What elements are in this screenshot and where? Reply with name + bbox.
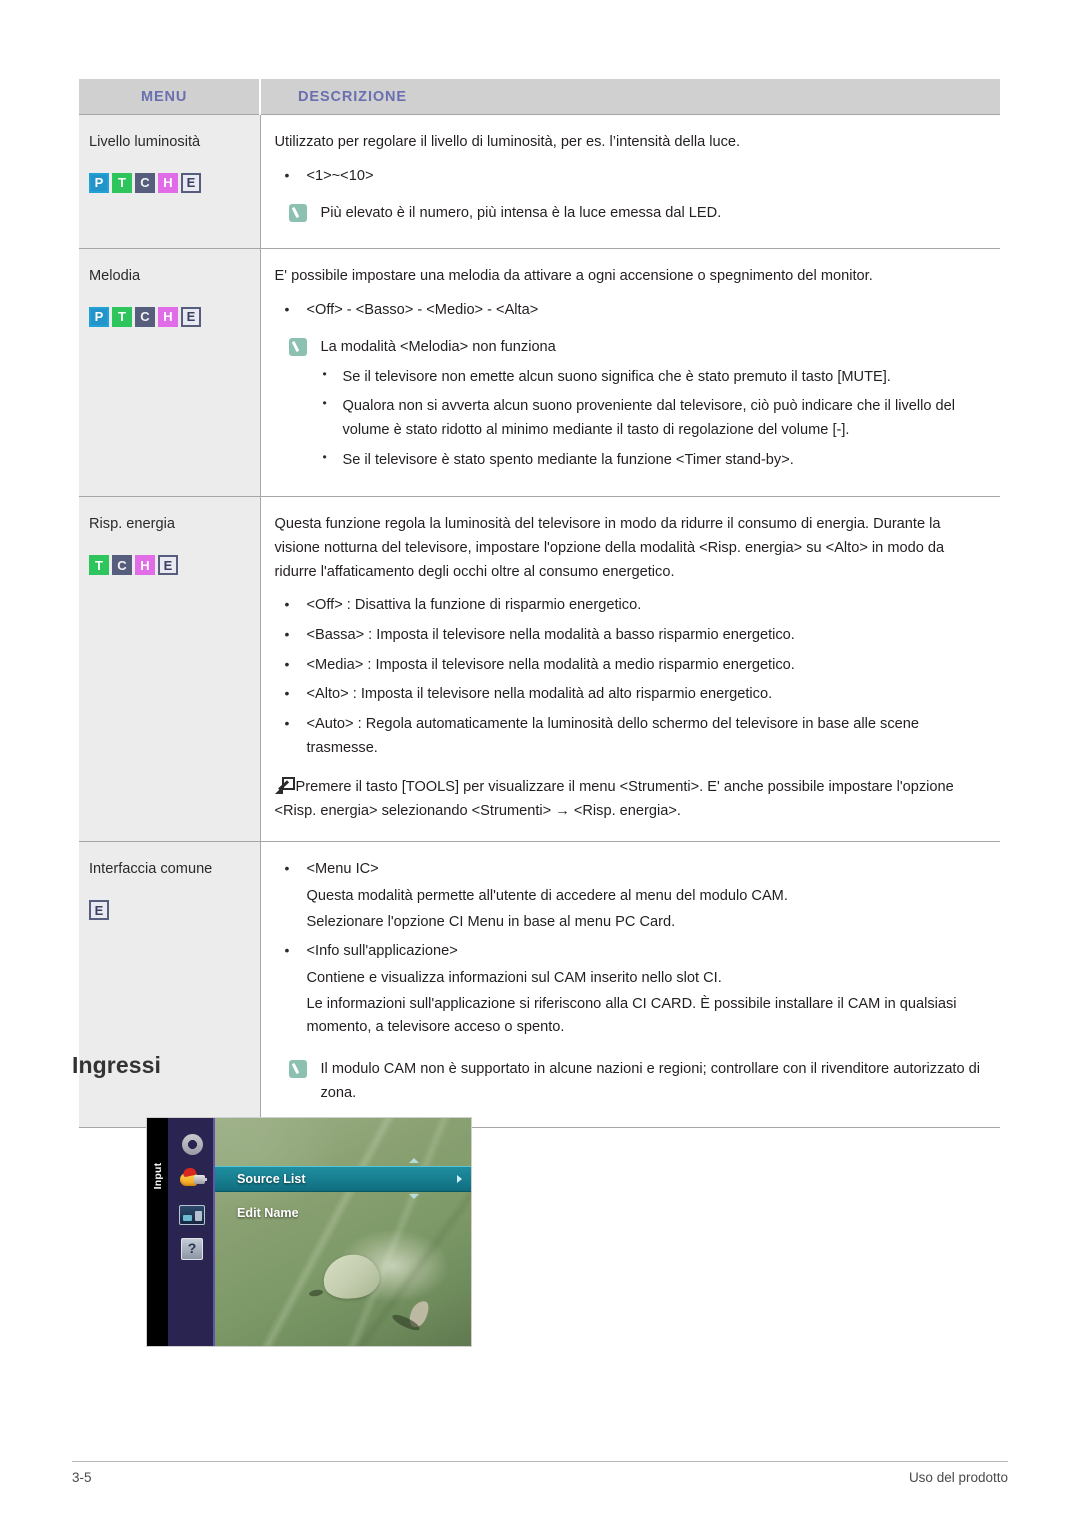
note-text: Il modulo CAM non è supportato in alcune… <box>320 1060 981 1101</box>
menu-cell-livello-luminosita: Livello luminosità P T C H E <box>79 114 261 249</box>
menu-title: Interfaccia comune <box>89 861 213 878</box>
table-row: Risp. energia T C H E Questa funzione re… <box>79 496 1000 843</box>
menu-title: Melodia <box>89 267 141 284</box>
desc-cell-livello-luminosita: Utilizzato per regolare il livello di lu… <box>260 114 1000 249</box>
osd-sidebar-label-input: Input <box>152 1162 164 1190</box>
list-item: <1>~<10> <box>275 164 985 189</box>
bullet-list: <1>~<10> <box>275 164 985 189</box>
note-block: Più elevato è il numero, più intensa è l… <box>275 202 985 226</box>
document-page: MENU DESCRIZIONE Livello luminosità P T … <box>0 0 1080 1527</box>
badge-p: P <box>89 306 109 327</box>
input-plug-icon[interactable] <box>176 1165 208 1195</box>
badge-e: E <box>181 172 201 193</box>
badge-c: C <box>135 306 155 327</box>
badge-group: P T C H E <box>89 172 250 193</box>
list-item-detail: Le informazioni sull'applicazione si rif… <box>306 995 957 1036</box>
note-text: La modalità <Melodia> non funziona <box>320 339 556 356</box>
chevron-right-icon <box>457 1175 462 1183</box>
osd-menu-item-label: Edit Name <box>237 1206 299 1220</box>
badge-t: T <box>112 172 132 193</box>
osd-menu-item-label: Source List <box>237 1172 306 1186</box>
list-item-detail: Selezionare l'opzione CI Menu in base al… <box>306 913 676 930</box>
bullet-list: <Off> - <Basso> - <Medio> - <Alta> <box>275 298 985 323</box>
desc-cell-melodia: E' possibile impostare una melodia da at… <box>260 248 1000 498</box>
note-block: Il modulo CAM non è supportato in alcune… <box>275 1058 985 1105</box>
menu-description-table: MENU DESCRIZIONE Livello luminosità P T … <box>79 79 1000 1129</box>
menu-cell-melodia: Melodia P T C H E <box>79 248 261 498</box>
list-item: Qualora non si avverta alcun suono prove… <box>311 394 985 442</box>
osd-screenshot-figure: Input ? Source List Edit Name <box>146 1117 472 1347</box>
list-item-label: <Menu IC> <box>306 861 379 878</box>
list-item: Se il televisore non emette alcun suono … <box>311 365 985 390</box>
osd-nav-rail-edge <box>213 1118 215 1346</box>
badge-p: P <box>89 172 109 193</box>
table-row: Livello luminosità P T C H E Utilizzato … <box>79 114 1000 249</box>
picture-icon[interactable] <box>176 1200 208 1230</box>
badge-c: C <box>135 172 155 193</box>
badge-h: H <box>135 555 155 576</box>
desc-cell-risp-energia: Questa funzione regola la luminosità del… <box>260 496 1000 843</box>
list-item-detail: Questa modalità permette all'utente di a… <box>306 888 788 905</box>
help-icon[interactable]: ? <box>176 1234 208 1264</box>
desc-cell-interfaccia-comune: <Menu IC> Questa modalità permette all'u… <box>260 841 1000 1129</box>
note-block: La modalità <Melodia> non funziona Se il… <box>275 336 985 472</box>
tools-tip-block: Premere il tasto [TOOLS] per visualizzar… <box>274 776 985 823</box>
list-item: <Off> : Disattiva la funzione di risparm… <box>275 593 985 618</box>
column-header-descrizione: DESCRIZIONE <box>260 79 1000 115</box>
badge-t: T <box>112 306 132 327</box>
menu-cell-interfaccia-comune: Interfaccia comune E <box>79 841 261 1129</box>
badge-c: C <box>112 555 132 576</box>
description-intro: E' possibile impostare una melodia da at… <box>274 267 873 284</box>
bullet-list: <Menu IC> Questa modalità permette all'u… <box>275 857 985 1040</box>
badge-group: P T C H E <box>89 306 250 327</box>
badge-t: T <box>89 555 109 576</box>
badge-e: E <box>158 555 178 576</box>
list-item: Se il televisore è stato spento mediante… <box>311 448 985 473</box>
column-header-menu: MENU <box>79 79 261 115</box>
osd-background-photo <box>215 1118 471 1346</box>
osd-left-black-bar <box>147 1118 168 1346</box>
table-row: Melodia P T C H E E' possibile impostare… <box>79 248 1000 498</box>
description-intro: Questa funzione regola la luminosità del… <box>274 516 945 580</box>
list-item: <Off> - <Basso> - <Medio> - <Alta> <box>275 298 985 323</box>
list-item: <Alto> : Imposta il televisore nella mod… <box>275 682 985 707</box>
osd-menu-item-edit-name[interactable]: Edit Name <box>215 1200 471 1226</box>
badge-e: E <box>181 306 201 327</box>
footer-page-number: 3-5 <box>72 1470 92 1485</box>
osd-scroll-down-caret <box>409 1194 419 1199</box>
badge-e: E <box>89 900 109 921</box>
badge-group: T C H E <box>89 555 250 576</box>
list-item: <Menu IC> Questa modalità permette all'u… <box>275 857 985 934</box>
osd-scroll-up-caret <box>409 1158 419 1163</box>
osd-menu-item-source-list[interactable]: Source List <box>215 1166 471 1192</box>
list-item: <Media> : Imposta il televisore nella mo… <box>275 653 985 678</box>
footer-section-name: Uso del prodotto <box>908 1470 1008 1485</box>
tools-tip-text: Premere il tasto [TOOLS] per visualizzar… <box>274 779 954 819</box>
bullet-list: <Off> : Disattiva la funzione di risparm… <box>275 593 985 760</box>
pencil-note-icon <box>288 338 307 357</box>
menu-cell-risp-energia: Risp. energia T C H E <box>79 496 261 843</box>
footer-divider <box>72 1461 1008 1462</box>
gear-icon[interactable] <box>176 1129 208 1159</box>
list-item-label: <Info sull'applicazione> <box>306 943 458 960</box>
pencil-note-icon <box>288 1059 307 1078</box>
badge-h: H <box>158 172 178 193</box>
list-item: <Info sull'applicazione> Contiene e visu… <box>275 939 985 1040</box>
badge-h: H <box>158 306 178 327</box>
tools-shortcut-icon <box>274 777 295 795</box>
note-text: Più elevato è il numero, più intensa è l… <box>320 205 722 222</box>
list-item-detail: Contiene e visualizza informazioni sul C… <box>306 970 722 987</box>
section-heading-ingressi: Ingressi <box>72 1052 162 1078</box>
list-item: <Bassa> : Imposta il televisore nella mo… <box>275 623 985 648</box>
table-header: MENU DESCRIZIONE <box>79 79 1000 115</box>
table-row: Interfaccia comune E <Menu IC> Questa mo… <box>79 841 1000 1129</box>
description-intro: Utilizzato per regolare il livello di lu… <box>274 134 741 150</box>
pencil-note-icon <box>288 204 307 223</box>
list-item: <Auto> : Regola automaticamente la lumin… <box>275 712 985 760</box>
menu-title: Risp. energia <box>89 516 175 533</box>
badge-group: E <box>89 900 250 921</box>
menu-title: Livello luminosità <box>89 134 201 150</box>
note-bullet-list: Se il televisore non emette alcun suono … <box>311 365 985 473</box>
